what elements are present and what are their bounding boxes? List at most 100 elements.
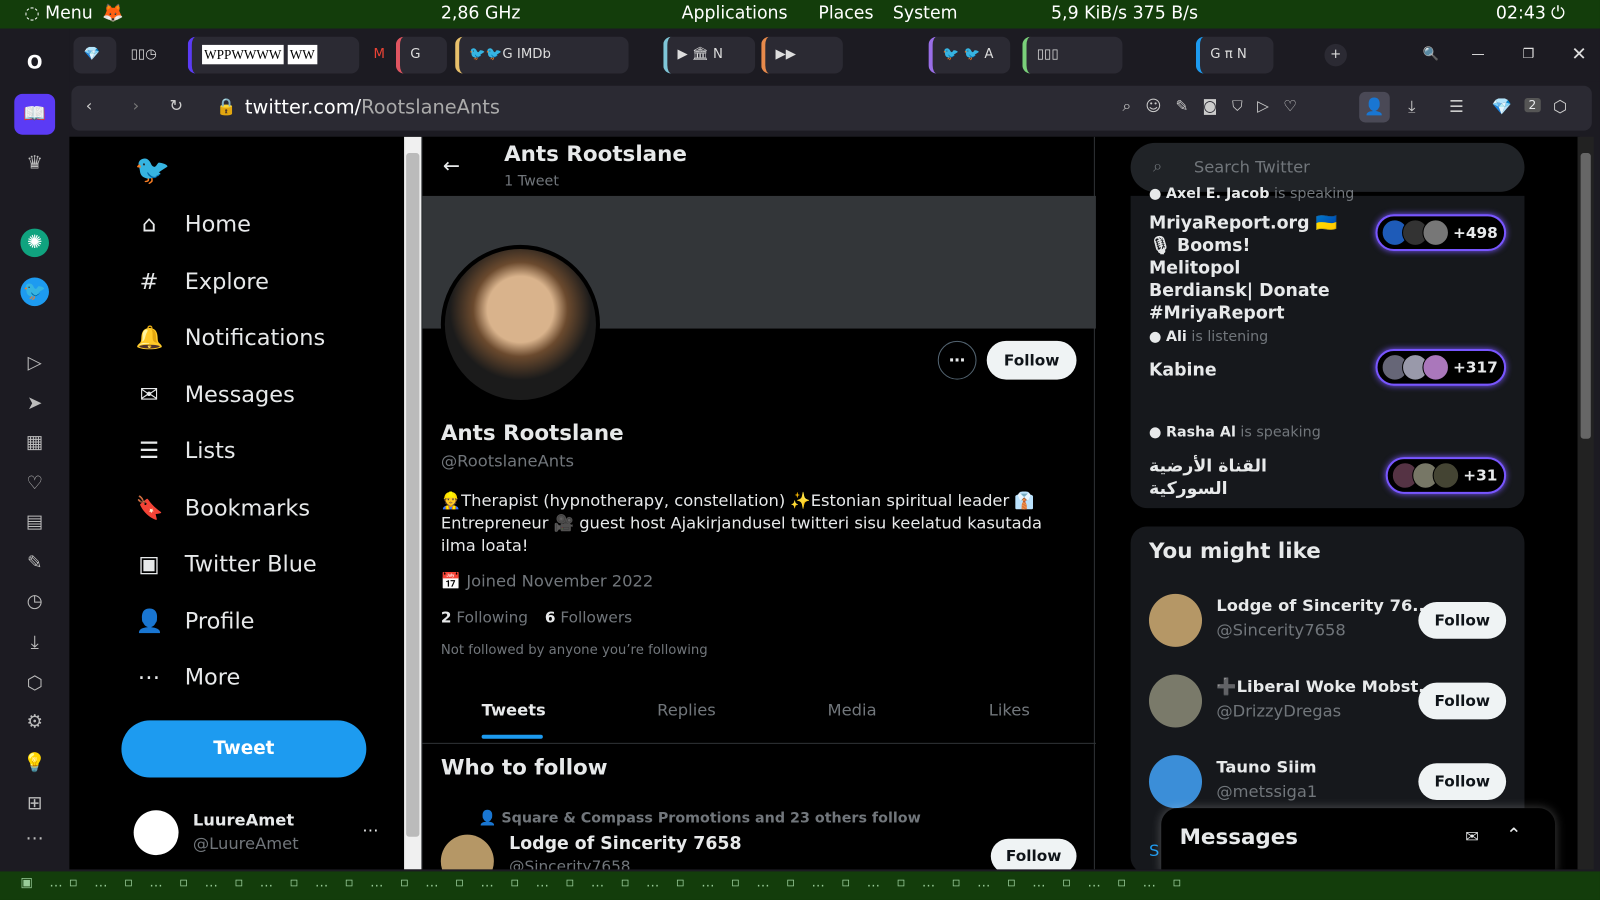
space-listeners-pill[interactable]: +31 <box>1385 457 1507 494</box>
twitter-logo-icon[interactable]: 🐦 <box>135 153 171 187</box>
grid-icon[interactable]: ▦ <box>20 429 49 458</box>
gmail-tab[interactable]: M <box>363 37 392 74</box>
download-icon[interactable]: ⤓ <box>20 629 49 658</box>
suggestion-name[interactable]: ➕Liberal Woke Mobst... <box>1216 677 1437 696</box>
tab-pinned[interactable]: 💎 <box>73 36 117 74</box>
tab-group-red[interactable]: G <box>395 36 447 74</box>
history-icon[interactable]: ◷ <box>20 588 49 617</box>
tab-docs[interactable]: ▯▯◷ <box>120 37 181 74</box>
nav-more[interactable]: ⋯ More <box>136 665 241 691</box>
system-menu[interactable]: System <box>893 3 958 23</box>
download-icon[interactable]: ⤓ <box>1408 97 1415 117</box>
follow-button[interactable]: Follow <box>1418 763 1507 800</box>
followers-link[interactable]: 6 Followers <box>545 608 632 626</box>
follow-button[interactable]: Follow <box>990 838 1077 870</box>
tab-group-blue[interactable]: ▶ 🏛 N <box>663 36 756 74</box>
nav-profile[interactable]: 👤 Profile <box>136 609 255 635</box>
minimize-button[interactable]: — <box>1461 37 1492 74</box>
space-host[interactable]: ● Ali is listening <box>1149 329 1373 345</box>
opera-logo-icon[interactable]: O <box>20 49 49 78</box>
suggestion-avatar[interactable] <box>440 834 494 870</box>
extensions-icon[interactable]: ⬡ <box>1553 97 1567 116</box>
tweet-button[interactable]: Tweet <box>121 720 367 778</box>
more-icon[interactable]: ⋯ <box>20 824 49 853</box>
tab-replies[interactable]: Replies <box>657 700 716 719</box>
tab-likes[interactable]: Likes <box>989 700 1030 719</box>
extension-icon[interactable]: ⊞ <box>20 790 49 819</box>
follow-button[interactable]: Follow <box>1418 682 1507 720</box>
following-link[interactable]: 2 Following <box>441 608 528 626</box>
menu-button[interactable]: ◌ Menu <box>24 3 92 23</box>
taskbar-windows[interactable]: ▣ …▫ … ▫ … ▫ … ▫ … ▫ … ▫ … ▫ … ▫ … ▫ … ▫… <box>0 871 1600 894</box>
news-icon[interactable]: ▤ <box>20 508 49 537</box>
chatgpt-icon[interactable]: ✺ <box>20 228 49 258</box>
space-listeners-pill[interactable]: +498 <box>1375 214 1507 252</box>
nav-bookmarks[interactable]: 🔖 Bookmarks <box>136 495 310 521</box>
crown-icon[interactable]: ♛ <box>20 149 49 178</box>
close-button[interactable]: ✕ <box>1561 37 1592 74</box>
extension-gem-icon[interactable]: 💎 <box>1492 97 1512 116</box>
tab-group-green[interactable]: ▯▯▯ <box>1022 36 1123 74</box>
settings-icon[interactable]: ⚙ <box>20 708 49 737</box>
nav-explore[interactable]: # Explore <box>136 269 269 295</box>
avatar[interactable] <box>1148 593 1203 647</box>
space-title[interactable]: MriyaReport.org 🇺🇦🎙 Booms! Melitopol Ber… <box>1149 212 1343 324</box>
nav-home[interactable]: ⌂ Home <box>136 212 251 238</box>
new-tab-button[interactable]: + <box>1324 43 1347 67</box>
tab-group-yellow[interactable]: 🐦🐦G IMDb <box>455 36 629 74</box>
profile-icon[interactable]: 👤 <box>1359 91 1390 123</box>
profile-avatar[interactable] <box>440 244 600 405</box>
space-title[interactable]: Kabine <box>1149 359 1343 381</box>
back-button[interactable]: ‹ <box>86 96 93 115</box>
places-menu[interactable]: Places <box>818 3 873 23</box>
follow-button[interactable]: Follow <box>1418 602 1507 639</box>
suggestion-name[interactable]: Lodge of Sincerity 7658 <box>509 834 741 854</box>
suggestion-name[interactable]: Lodge of Sincerity 76... <box>1216 596 1431 615</box>
applications-menu[interactable]: Applications <box>682 3 788 23</box>
maximize-button[interactable]: ❐ <box>1512 37 1543 74</box>
space-host[interactable]: ● Rasha Al is speaking <box>1149 424 1373 440</box>
search-input[interactable]: ⌕ Search Twitter <box>1130 142 1525 192</box>
tab-search-icon[interactable]: 🔍 <box>1412 37 1443 74</box>
more-options-button[interactable]: ⋯ <box>937 340 977 380</box>
space-listeners-pill[interactable]: +317 <box>1375 348 1507 386</box>
bulb-icon[interactable]: 💡 <box>20 749 49 778</box>
tab-media[interactable]: Media <box>828 700 877 719</box>
cube-icon[interactable]: ⬡ <box>20 669 49 698</box>
avatar[interactable] <box>1148 755 1203 809</box>
tab-group-twitter[interactable]: 🐦 🐦 A <box>928 36 1011 74</box>
reload-button[interactable]: ↻ <box>169 96 183 115</box>
nav-lists[interactable]: ☰ Lists <box>136 439 236 465</box>
tab-group-wiki[interactable]: WPPWWWW WW <box>187 36 360 74</box>
chevron-up-icon[interactable]: ⌃ <box>1506 824 1521 845</box>
heart-icon[interactable]: ♡ <box>20 469 49 498</box>
url-field[interactable]: twitter.com/RootslaneAnts <box>245 96 500 118</box>
reader-icon[interactable]: 📖 <box>14 93 56 135</box>
player-icon[interactable]: ▷ <box>20 349 49 378</box>
suggestion-name[interactable]: Tauno Siim <box>1216 757 1316 776</box>
avatar[interactable] <box>1148 674 1203 728</box>
twitter-sidebar-icon[interactable]: 🐦 <box>20 277 49 307</box>
extension-badge[interactable]: 2 <box>1524 97 1541 113</box>
follow-button[interactable]: Follow <box>986 340 1077 380</box>
page-scrollbar[interactable] <box>1577 136 1594 870</box>
back-arrow-icon[interactable]: ← <box>443 153 460 177</box>
address-bar-actions[interactable]: ⌕☺✎◙⛉▷♡ <box>1122 97 1311 115</box>
nav-notifications[interactable]: 🔔 Notifications <box>136 326 325 352</box>
account-switcher[interactable]: LuureAmet @LuureAmet ⋯ <box>126 800 402 857</box>
show-more-link[interactable]: S <box>1149 841 1159 860</box>
tab-tweets[interactable]: Tweets <box>482 700 546 719</box>
easy-setup-icon[interactable]: ☰ <box>1449 97 1464 116</box>
tab-group-cyan[interactable]: G π N <box>1195 36 1274 74</box>
forward-button[interactable]: › <box>133 96 140 115</box>
edit-icon[interactable]: ✎ <box>20 549 49 578</box>
nav-twitter-blue[interactable]: ▣ Twitter Blue <box>136 552 316 578</box>
nav-messages[interactable]: ✉ Messages <box>136 382 295 408</box>
messages-drawer[interactable]: Messages ✉ ⌃ <box>1161 808 1556 870</box>
more-icon[interactable]: ⋯ <box>362 820 378 839</box>
scrollbar[interactable] <box>404 136 422 870</box>
firefox-icon[interactable]: 🦊 <box>102 3 124 23</box>
tab-group-orange[interactable]: ▶▶ <box>761 36 843 74</box>
new-message-icon[interactable]: ✉ <box>1465 827 1479 846</box>
space-title[interactable]: القناة الأرضية السوركية <box>1149 455 1343 500</box>
